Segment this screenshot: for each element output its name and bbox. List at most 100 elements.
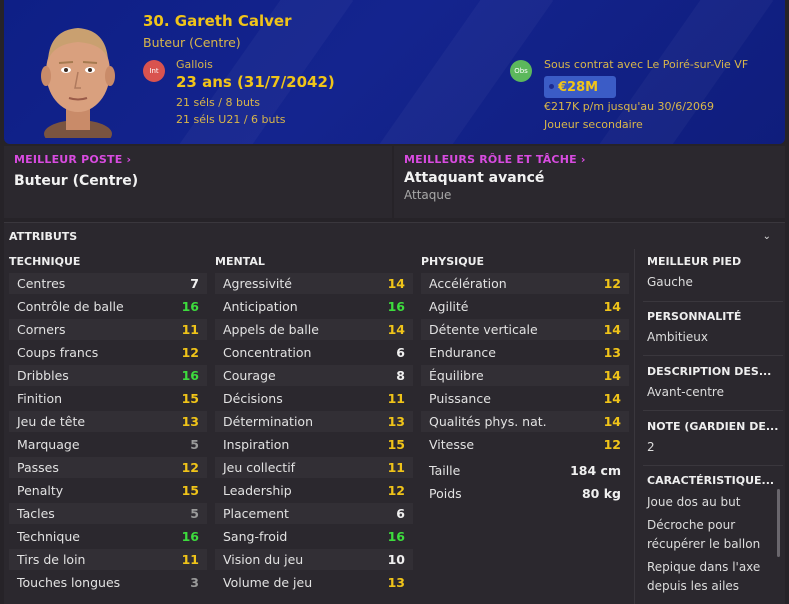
attribute-row[interactable]: Marquage 5 xyxy=(9,434,207,455)
divider xyxy=(643,355,783,356)
attribute-value: 13 xyxy=(603,345,621,360)
attribute-value: 14 xyxy=(603,391,621,406)
attribute-value: 5 xyxy=(190,506,199,521)
best-role-panel: MEILLEURS RÔLE ET TÂCHE › Attaquant avan… xyxy=(394,146,785,218)
attribute-name: Volume de jeu xyxy=(223,575,313,590)
attribute-row[interactable]: Inspiration 15 xyxy=(215,434,413,455)
attribute-row[interactable]: Anticipation 16 xyxy=(215,296,413,317)
divider xyxy=(643,465,783,466)
squad-status: Joueur secondaire xyxy=(544,118,643,131)
attribute-row[interactable]: Vitesse 12 xyxy=(421,434,629,455)
attribute-value: 12 xyxy=(603,276,621,291)
media-description-label: DESCRIPTION DES... xyxy=(647,365,772,378)
attribute-row[interactable]: Détente verticale 14 xyxy=(421,319,629,340)
height-row: Taille 184 cm xyxy=(421,460,629,481)
attribute-row[interactable]: Sang-froid 16 xyxy=(215,526,413,547)
attribute-row[interactable]: Agilité 14 xyxy=(421,296,629,317)
attribute-row[interactable]: Leadership 12 xyxy=(215,480,413,501)
attribute-value: 14 xyxy=(387,322,405,337)
attribute-row[interactable]: Finition 15 xyxy=(9,388,207,409)
gk-rating-value: 2 xyxy=(647,440,655,454)
attribute-value: 16 xyxy=(387,299,405,314)
attribute-row[interactable]: Touches longues 3 xyxy=(9,572,207,593)
best-role-link[interactable]: MEILLEURS RÔLE ET TÂCHE › xyxy=(404,153,586,166)
attribute-row[interactable]: Jeu collectif 11 xyxy=(215,457,413,478)
weight-value: 80 kg xyxy=(581,486,621,501)
personality-label: PERSONNALITÉ xyxy=(647,310,742,323)
attribute-name: Tirs de loin xyxy=(17,552,86,567)
attribute-name: Anticipation xyxy=(223,299,298,314)
attribute-row[interactable]: Penalty 15 xyxy=(9,480,207,501)
attribute-name: Équilibre xyxy=(429,368,484,383)
gk-rating-section: NOTE (GARDIEN DE... 2 xyxy=(647,420,782,454)
attribute-row[interactable]: Technique 16 xyxy=(9,526,207,547)
attribute-row[interactable]: Appels de balle 14 xyxy=(215,319,413,340)
traits-label: CARACTÉRISTIQUE... xyxy=(647,474,775,487)
height-value: 184 cm xyxy=(570,463,621,478)
attribute-name: Détermination xyxy=(223,414,314,429)
nationality[interactable]: Gallois xyxy=(176,58,213,71)
player-name[interactable]: 30. Gareth Calver xyxy=(143,12,292,30)
attribute-name: Concentration xyxy=(223,345,312,360)
attribute-value: 5 xyxy=(190,437,199,452)
player-position: Buteur (Centre) xyxy=(143,35,241,50)
attribute-row[interactable]: Centres 7 xyxy=(9,273,207,294)
attribute-name: Inspiration xyxy=(223,437,290,452)
attribute-value: 16 xyxy=(181,368,199,383)
attribute-row[interactable]: Tacles 5 xyxy=(9,503,207,524)
attribute-name: Leadership xyxy=(223,483,292,498)
attribute-name: Agressivité xyxy=(223,276,293,291)
attribute-row[interactable]: Passes 12 xyxy=(9,457,207,478)
attribute-value: 11 xyxy=(181,552,199,567)
attribute-row[interactable]: Qualités phys. nat. 14 xyxy=(421,411,629,432)
attribute-row[interactable]: Coups francs 12 xyxy=(9,342,207,363)
attribute-row[interactable]: Corners 11 xyxy=(9,319,207,340)
attribute-value: 12 xyxy=(387,483,405,498)
attribute-row[interactable]: Concentration 6 xyxy=(215,342,413,363)
attribute-value: 14 xyxy=(603,299,621,314)
attribute-name: Endurance xyxy=(429,345,496,360)
attribute-name: Marquage xyxy=(17,437,80,452)
divider xyxy=(643,301,783,302)
attribute-value: 15 xyxy=(181,391,199,406)
attribute-row[interactable]: Jeu de tête 13 xyxy=(9,411,207,432)
best-role-label: MEILLEURS RÔLE ET TÂCHE xyxy=(404,153,577,166)
contract-club[interactable]: Sous contrat avec Le Poiré-sur-Vie VF xyxy=(544,58,748,71)
attribute-row[interactable]: Accélération 12 xyxy=(421,273,629,294)
attribute-row[interactable]: Volume de jeu 13 xyxy=(215,572,413,593)
player-age: 23 ans (31/7/2042) xyxy=(176,73,335,91)
chevron-down-icon[interactable]: ⌄ xyxy=(763,231,771,242)
senior-caps: 21 séls / 8 buts xyxy=(176,96,260,109)
attribute-row[interactable]: Vision du jeu 10 xyxy=(215,549,413,570)
attribute-row[interactable]: Placement 6 xyxy=(215,503,413,524)
attribute-row[interactable]: Puissance 14 xyxy=(421,388,629,409)
attribute-name: Penalty xyxy=(17,483,64,498)
best-role-value: Attaquant avancé xyxy=(404,170,545,186)
attribute-value: 15 xyxy=(387,437,405,452)
attribute-value: 10 xyxy=(387,552,405,567)
attribute-row[interactable]: Dribbles 16 xyxy=(9,365,207,386)
preferred-foot-section: MEILLEUR PIED Gauche xyxy=(647,255,782,289)
attribute-row[interactable]: Agressivité 14 xyxy=(215,273,413,294)
traits-scrollbar[interactable] xyxy=(777,489,780,557)
attribute-row[interactable]: Courage 8 xyxy=(215,365,413,386)
chevron-right-icon: › xyxy=(576,153,586,166)
attribute-row[interactable]: Décisions 11 xyxy=(215,388,413,409)
attribute-row[interactable]: Tirs de loin 11 xyxy=(9,549,207,570)
player-header: 30. Gareth Calver Buteur (Centre) Int Ga… xyxy=(4,0,785,144)
attributes-title: ATTRIBUTS xyxy=(9,230,78,243)
player-face-image[interactable] xyxy=(26,14,130,138)
wage-contract: €217K p/m jusqu'au 30/6/2069 xyxy=(544,100,714,113)
personality-value: Ambitieux xyxy=(647,330,708,344)
attribute-row[interactable]: Équilibre 14 xyxy=(421,365,629,386)
attributes-sidebar: MEILLEUR PIED Gauche PERSONNALITÉ Ambiti… xyxy=(634,249,785,604)
attribute-value: 16 xyxy=(387,529,405,544)
attribute-row[interactable]: Endurance 13 xyxy=(421,342,629,363)
attribute-row[interactable]: Détermination 13 xyxy=(215,411,413,432)
best-position-value: Buteur (Centre) xyxy=(14,173,139,189)
attribute-name: Jeu de tête xyxy=(17,414,86,429)
best-position-link[interactable]: MEILLEUR POSTE › xyxy=(14,153,131,166)
best-position-panel: MEILLEUR POSTE › Buteur (Centre) xyxy=(4,146,392,218)
attribute-row[interactable]: Contrôle de balle 16 xyxy=(9,296,207,317)
mental-header: MENTAL xyxy=(215,255,265,268)
